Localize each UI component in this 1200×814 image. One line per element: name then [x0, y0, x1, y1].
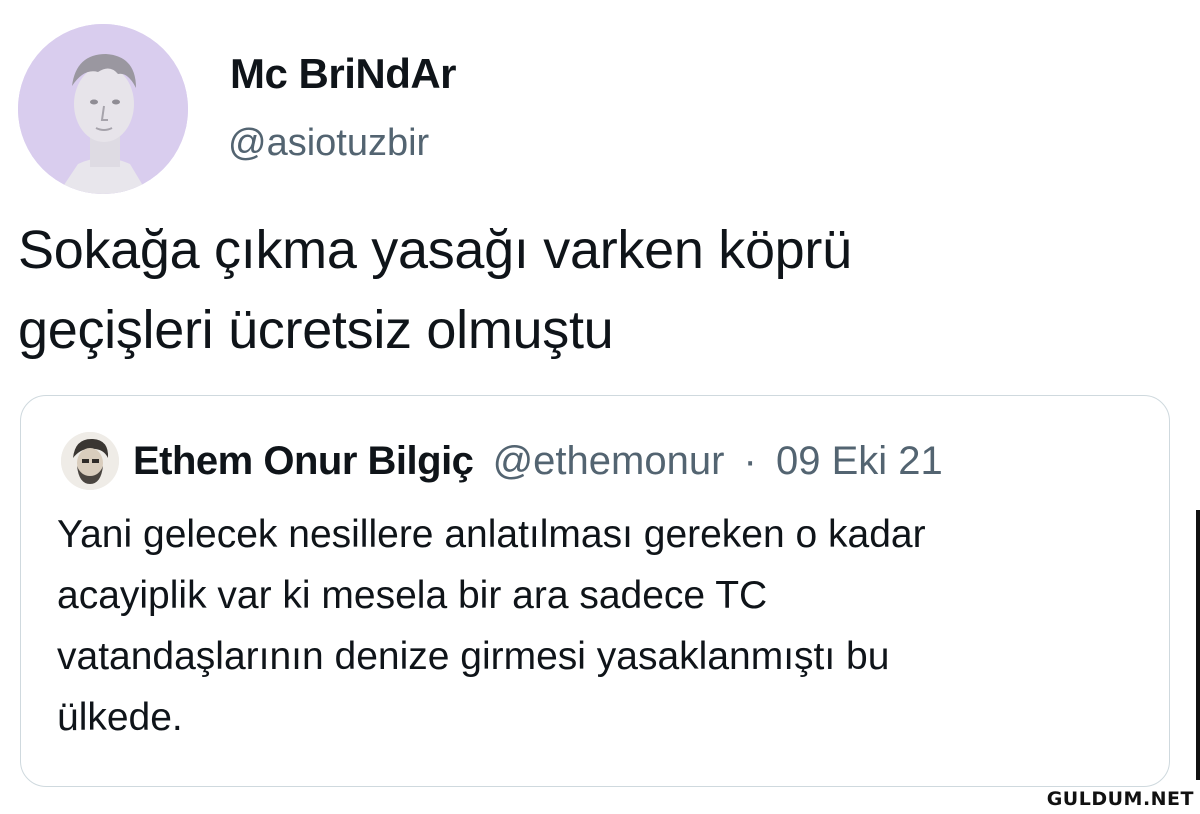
watermark: GULDUM.NET	[1046, 788, 1194, 810]
profile-sketch-avatar-icon	[61, 432, 119, 490]
author-display-name[interactable]: Mc BriNdAr	[230, 50, 457, 98]
quoted-text-line: Yani gelecek nesillere anlatılması gerek…	[57, 513, 926, 556]
quoted-author-avatar[interactable]	[61, 432, 119, 490]
quoted-tweet-text: Yani gelecek nesillere anlatılması gerek…	[57, 504, 1137, 748]
statue-head-avatar-icon	[18, 24, 188, 194]
quoted-tweet[interactable]: Ethem Onur Bilgiç @ethemonur · 09 Eki 21…	[20, 395, 1170, 787]
tweet-text-line: geçişleri ücretsiz olmuştu	[18, 300, 614, 360]
quoted-text-line: vatandaşlarının denize girmesi yasaklanm…	[57, 635, 890, 678]
tweet-text: Sokağa çıkma yasağı varken köprü geçişle…	[18, 210, 1178, 370]
quoted-author-name[interactable]: Ethem Onur Bilgiç	[133, 439, 474, 483]
quoted-author-handle[interactable]: @ethemonur	[493, 439, 725, 483]
quoted-tweet-header: Ethem Onur Bilgiç @ethemonur · 09 Eki 21	[133, 436, 943, 486]
author-avatar[interactable]	[18, 24, 188, 194]
quoted-tweet-date[interactable]: 09 Eki 21	[776, 439, 943, 483]
tweet-text-line: Sokağa çıkma yasağı varken köprü	[18, 220, 852, 280]
author-handle[interactable]: @asiotuzbir	[228, 122, 429, 165]
quoted-text-line: acayiplik var ki mesela bir ara sadece T…	[57, 574, 768, 617]
edge-divider	[1196, 510, 1200, 780]
quoted-text-line: ülkede.	[57, 696, 183, 739]
meta-separator: ·	[743, 439, 757, 483]
